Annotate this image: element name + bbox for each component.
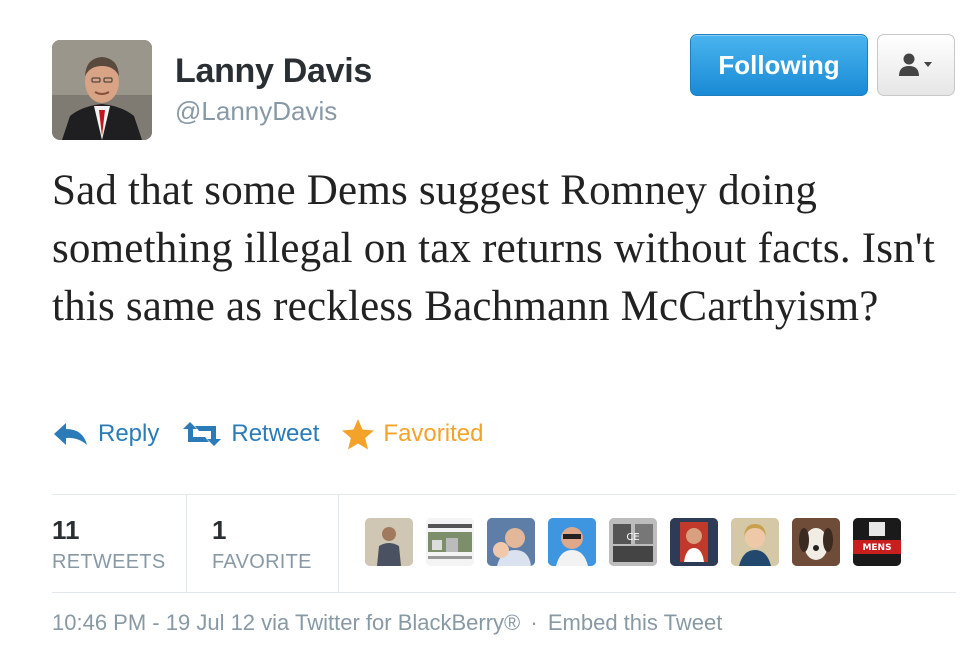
engager-avatar[interactable]: CE bbox=[609, 518, 657, 566]
engager-avatar[interactable] bbox=[365, 518, 413, 566]
stats-divider-bottom bbox=[52, 592, 956, 593]
reply-action[interactable]: Reply bbox=[52, 420, 159, 448]
engager-avatar[interactable] bbox=[548, 518, 596, 566]
embed-tweet-link[interactable]: Embed this Tweet bbox=[548, 610, 722, 635]
author-handle[interactable]: @LannyDavis bbox=[175, 96, 337, 127]
retweets-label[interactable]: RETWEETS bbox=[52, 551, 166, 574]
favorited-label: Favorited bbox=[383, 420, 484, 447]
retweets-count[interactable]: 11 bbox=[52, 515, 80, 546]
author-avatar[interactable] bbox=[52, 40, 152, 140]
reply-icon bbox=[54, 423, 87, 445]
engager-avatars: CE MENS bbox=[365, 518, 914, 566]
favorite-action[interactable]: Favorited bbox=[341, 418, 483, 450]
retweet-label: Retweet bbox=[231, 420, 320, 447]
favorites-label[interactable]: FAVORITE bbox=[212, 551, 312, 574]
favorites-count[interactable]: 1 bbox=[212, 515, 226, 546]
user-actions-dropdown[interactable] bbox=[877, 34, 955, 96]
retweet-action[interactable]: Retweet bbox=[181, 420, 319, 448]
author-name[interactable]: Lanny Davis bbox=[175, 52, 372, 91]
engager-avatar[interactable] bbox=[731, 518, 779, 566]
author-avatar-image bbox=[52, 40, 152, 140]
tweet-date[interactable]: 19 Jul 12 bbox=[166, 610, 255, 635]
retweet-icon bbox=[183, 422, 222, 446]
svg-text:CE: CE bbox=[626, 532, 639, 543]
svg-text:MENS: MENS bbox=[862, 543, 891, 553]
tweet-actions: Reply Retweet Favorited bbox=[52, 414, 505, 454]
user-dropdown-icon bbox=[899, 53, 932, 76]
star-icon bbox=[342, 419, 375, 450]
following-button[interactable]: Following bbox=[690, 34, 868, 96]
tweet-meta: 10:46 PM - 19 Jul 12 via Twitter for Bla… bbox=[52, 610, 723, 635]
engager-avatar[interactable] bbox=[792, 518, 840, 566]
tweet-text: Sad that some Dems suggest Romney doing … bbox=[52, 167, 935, 330]
engager-avatar[interactable]: MENS bbox=[853, 518, 901, 566]
engager-avatar[interactable] bbox=[670, 518, 718, 566]
reply-label: Reply bbox=[98, 420, 160, 447]
engager-avatar[interactable] bbox=[426, 518, 474, 566]
tweet-source[interactable]: via Twitter for BlackBerry® bbox=[261, 610, 520, 635]
tweet-time[interactable]: 10:46 PM bbox=[52, 610, 146, 635]
stats-divider-top bbox=[52, 494, 956, 495]
engager-avatar[interactable] bbox=[487, 518, 535, 566]
stats-divider bbox=[338, 494, 339, 592]
stats-divider bbox=[186, 494, 187, 592]
